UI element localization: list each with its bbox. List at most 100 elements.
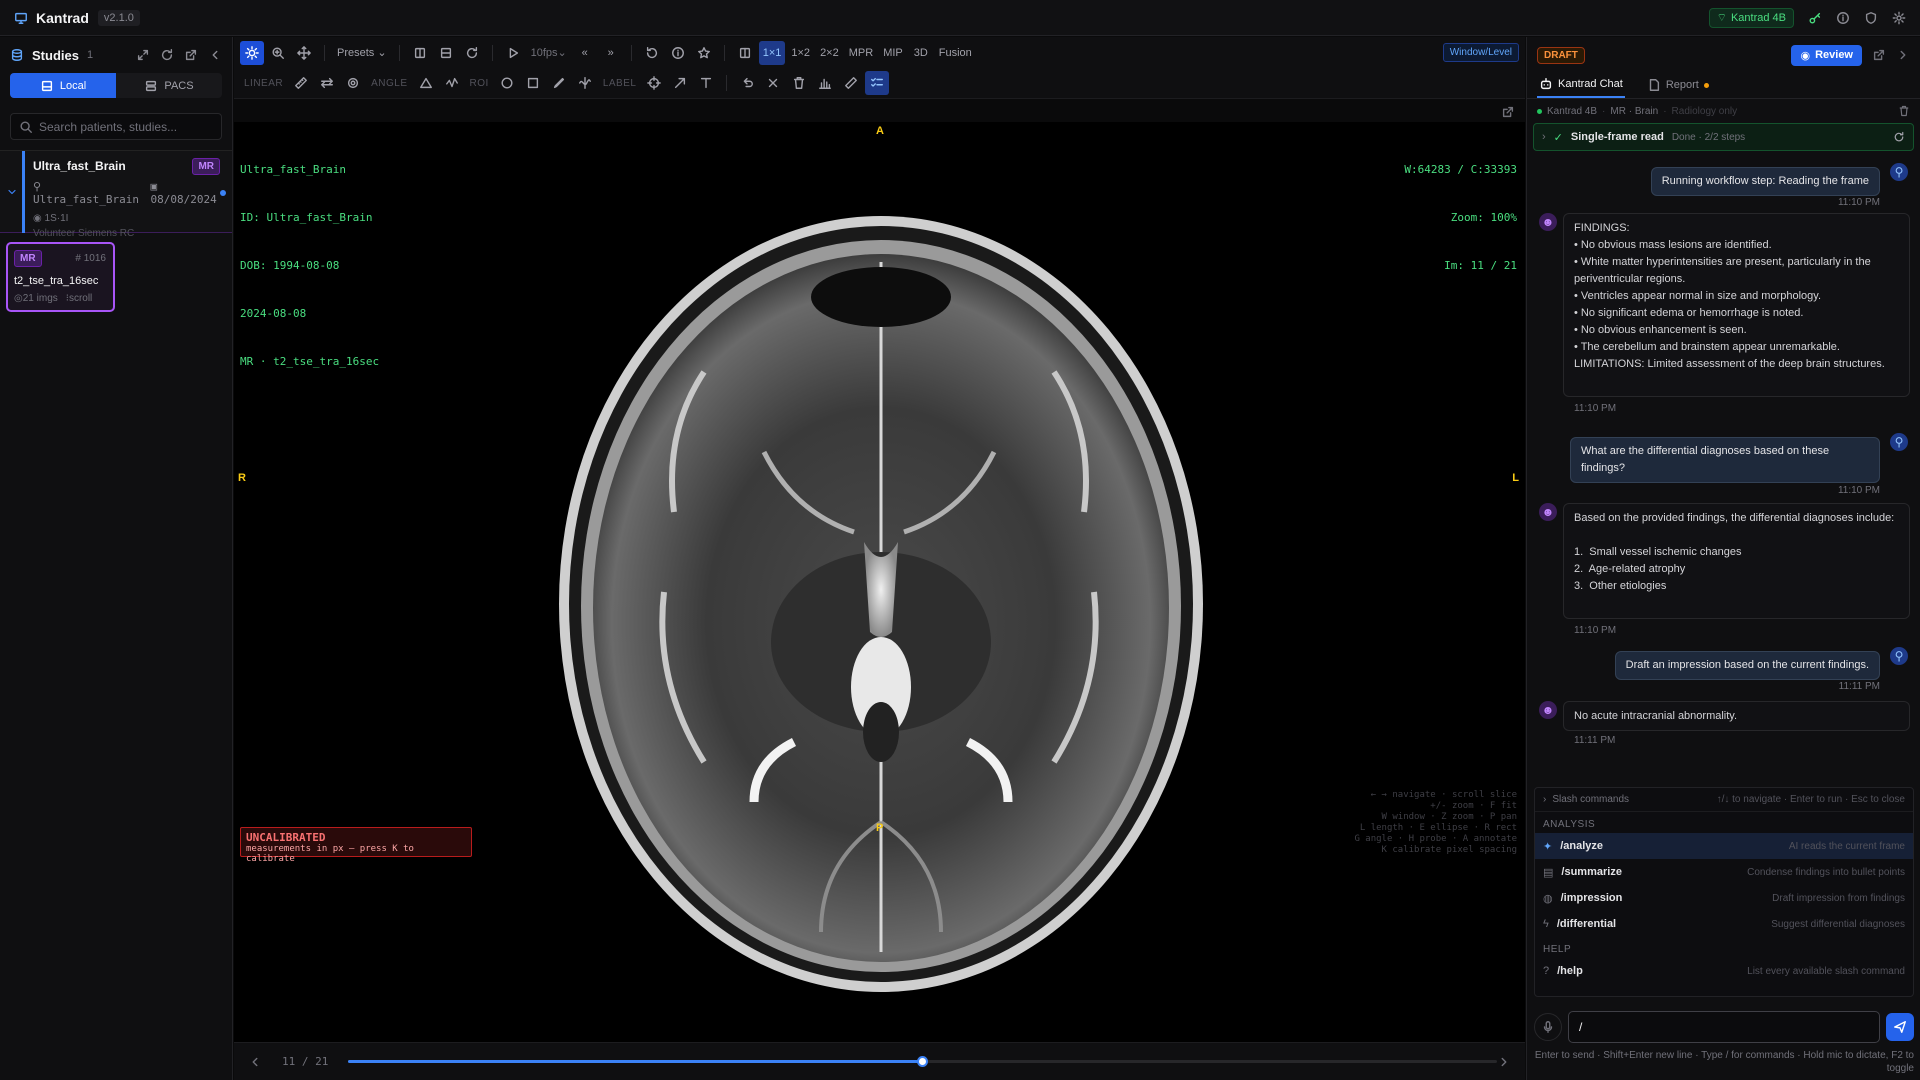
bot-icon <box>1539 77 1553 91</box>
collapse-sidebar-icon[interactable] <box>208 48 222 62</box>
lightning-icon: ϟ <box>1543 918 1549 930</box>
overlay-dob: DOB: 1994-08-08 <box>240 259 340 272</box>
popout-icon[interactable] <box>1501 105 1515 119</box>
message-time: 11:10 PM <box>1837 485 1880 496</box>
uncalibrated-warning[interactable]: UNCALIBRATED measurements in px — press … <box>240 827 472 864</box>
checklist-icon[interactable] <box>865 71 890 95</box>
layout-1x1[interactable]: 1×1 <box>758 40 786 65</box>
chevron-left-icon[interactable] <box>248 1055 262 1069</box>
chevron-right-icon[interactable] <box>1896 48 1910 62</box>
user-avatar-icon: ⚲ <box>1890 433 1908 451</box>
flip-horizontal-icon[interactable] <box>408 41 432 65</box>
presets-dropdown[interactable]: Presets ⌄ <box>333 41 391 65</box>
user-avatar-icon: ⚲ <box>1890 163 1908 181</box>
window-level-tool[interactable] <box>240 40 264 65</box>
overlay-patient: Ultra_fast_Brain <box>240 163 346 176</box>
command-summarize[interactable]: ▤/summarize Condense findings into bullet… <box>1535 859 1913 885</box>
tab-kantrad-chat[interactable]: Kantrad Chat <box>1537 72 1625 98</box>
slash-header: Slash commands <box>1552 794 1630 805</box>
rectangle-icon[interactable] <box>521 71 545 95</box>
layout-3d[interactable]: 3D <box>909 41 933 65</box>
slice-handle[interactable] <box>917 1056 929 1067</box>
info-icon[interactable] <box>1836 11 1850 25</box>
slice-slider[interactable] <box>347 1056 1497 1067</box>
layout-1x2[interactable]: 1×2 <box>787 41 814 65</box>
command-impression[interactable]: ◍/impression Draft impression from findin… <box>1535 885 1913 911</box>
group-angle-label: ANGLE <box>371 77 408 89</box>
next-frame-icon[interactable]: » <box>599 41 623 65</box>
tab-local[interactable]: Local <box>10 73 116 98</box>
flip-vertical-icon[interactable] <box>434 41 458 65</box>
zoom-tool[interactable] <box>266 41 290 65</box>
reset-icon[interactable] <box>460 41 484 65</box>
search-input[interactable]: Search patients, studies... <box>39 120 177 134</box>
user-message: Running workflow step: Reading the frame <box>1650 167 1880 196</box>
calibrate-icon[interactable] <box>839 71 863 95</box>
pan-tool[interactable] <box>292 41 316 65</box>
study-item[interactable]: Ultra_fast_Brain MR ⚲ Ultra_fast_Brain ▣… <box>0 150 232 239</box>
series-thumbnail[interactable]: MR # 1016 t2_tse_tra_16sec ◎21 imgs ⁝scr… <box>6 242 115 312</box>
fps-dropdown[interactable]: 10fps ⌄ <box>527 41 571 65</box>
refresh-icon[interactable] <box>160 48 174 62</box>
clear-icon[interactable] <box>761 71 785 95</box>
play-icon[interactable] <box>501 41 525 65</box>
gear-icon[interactable] <box>1892 11 1906 25</box>
series-name: t2_tse_tra_16sec <box>14 275 99 287</box>
app-version: v2.1.0 <box>97 9 140 26</box>
divider <box>398 44 400 61</box>
layout-icon <box>733 41 757 65</box>
chevron-right-icon[interactable] <box>1497 1055 1511 1069</box>
assistant-message: FINDINGS: • No obvious mass lesions are … <box>1563 213 1910 397</box>
tab-pacs[interactable]: PACS <box>116 73 222 98</box>
info-icon[interactable] <box>666 41 690 65</box>
hint-line: K calibrate pixel spacing <box>1381 845 1517 855</box>
ruler-icon[interactable] <box>289 71 313 95</box>
rerun-icon[interactable] <box>1893 131 1905 143</box>
workflow-status[interactable]: › ✓ Single-frame read Done · 2/2 steps <box>1533 123 1914 151</box>
layout-2x2[interactable]: 2×2 <box>816 41 843 65</box>
text-icon[interactable] <box>694 71 718 95</box>
trash-icon[interactable] <box>1898 105 1910 117</box>
search-box[interactable]: Search patients, studies... <box>10 113 222 140</box>
viewer-toolbar: Presets ⌄ 10fps ⌄ « » 1×1 1×2 2×2 MPR MIP… <box>234 37 1525 68</box>
shield-icon[interactable] <box>1864 11 1878 25</box>
command-differential[interactable]: ϟ/differential Suggest differential diagn… <box>1535 911 1913 937</box>
angle-icon[interactable] <box>414 71 438 95</box>
ellipse-icon[interactable] <box>495 71 519 95</box>
spline-icon[interactable] <box>573 71 597 95</box>
composer-hint: Enter to send · Shift+Enter new line · T… <box>1534 1050 1914 1074</box>
trash-icon[interactable] <box>787 71 811 95</box>
command-analyze[interactable]: ✦/analyze AI reads the current frame <box>1535 833 1913 859</box>
send-icon[interactable] <box>1886 1013 1914 1041</box>
slice-label: 11 / 21 <box>282 1055 329 1068</box>
tab-report[interactable]: Report <box>1645 72 1711 98</box>
layout-mpr[interactable]: MPR <box>845 41 877 65</box>
freehand-icon[interactable] <box>547 71 571 95</box>
bidirectional-icon[interactable] <box>315 71 339 95</box>
crosshair-icon[interactable] <box>642 71 666 95</box>
external-link-icon[interactable] <box>184 48 198 62</box>
layout-fusion[interactable]: Fusion <box>935 41 976 65</box>
popout-icon[interactable] <box>1872 48 1886 62</box>
histogram-icon[interactable] <box>813 71 837 95</box>
star-icon[interactable] <box>692 41 716 65</box>
orientation-left: R <box>238 472 246 484</box>
rotate-icon[interactable] <box>640 41 664 65</box>
image-viewport[interactable]: Ultra_fast_Brain ID: Ultra_fast_Brain DO… <box>234 122 1525 1042</box>
command-help[interactable]: ?/help List every available slash command <box>1535 958 1913 984</box>
model-status-badge[interactable]: ⌔ Kantrad 4B <box>1708 7 1794 28</box>
review-button[interactable]: ◉ Review <box>1791 44 1862 66</box>
cobb-angle-icon[interactable] <box>440 71 464 95</box>
microphone-icon[interactable] <box>1534 1013 1562 1041</box>
expand-icon[interactable] <box>136 48 150 62</box>
chat-input[interactable] <box>1568 1011 1880 1043</box>
chevron-down-icon[interactable] <box>6 186 18 198</box>
undo-icon[interactable] <box>735 71 759 95</box>
online-dot <box>1537 108 1542 114</box>
probe-icon[interactable] <box>341 71 365 95</box>
key-icon[interactable] <box>1808 11 1822 25</box>
prev-frame-icon[interactable]: « <box>573 41 597 65</box>
layout-mip[interactable]: MIP <box>879 41 907 65</box>
arrow-annotate-icon[interactable] <box>668 71 692 95</box>
institution: Volunteer Siemens RC <box>33 228 135 239</box>
